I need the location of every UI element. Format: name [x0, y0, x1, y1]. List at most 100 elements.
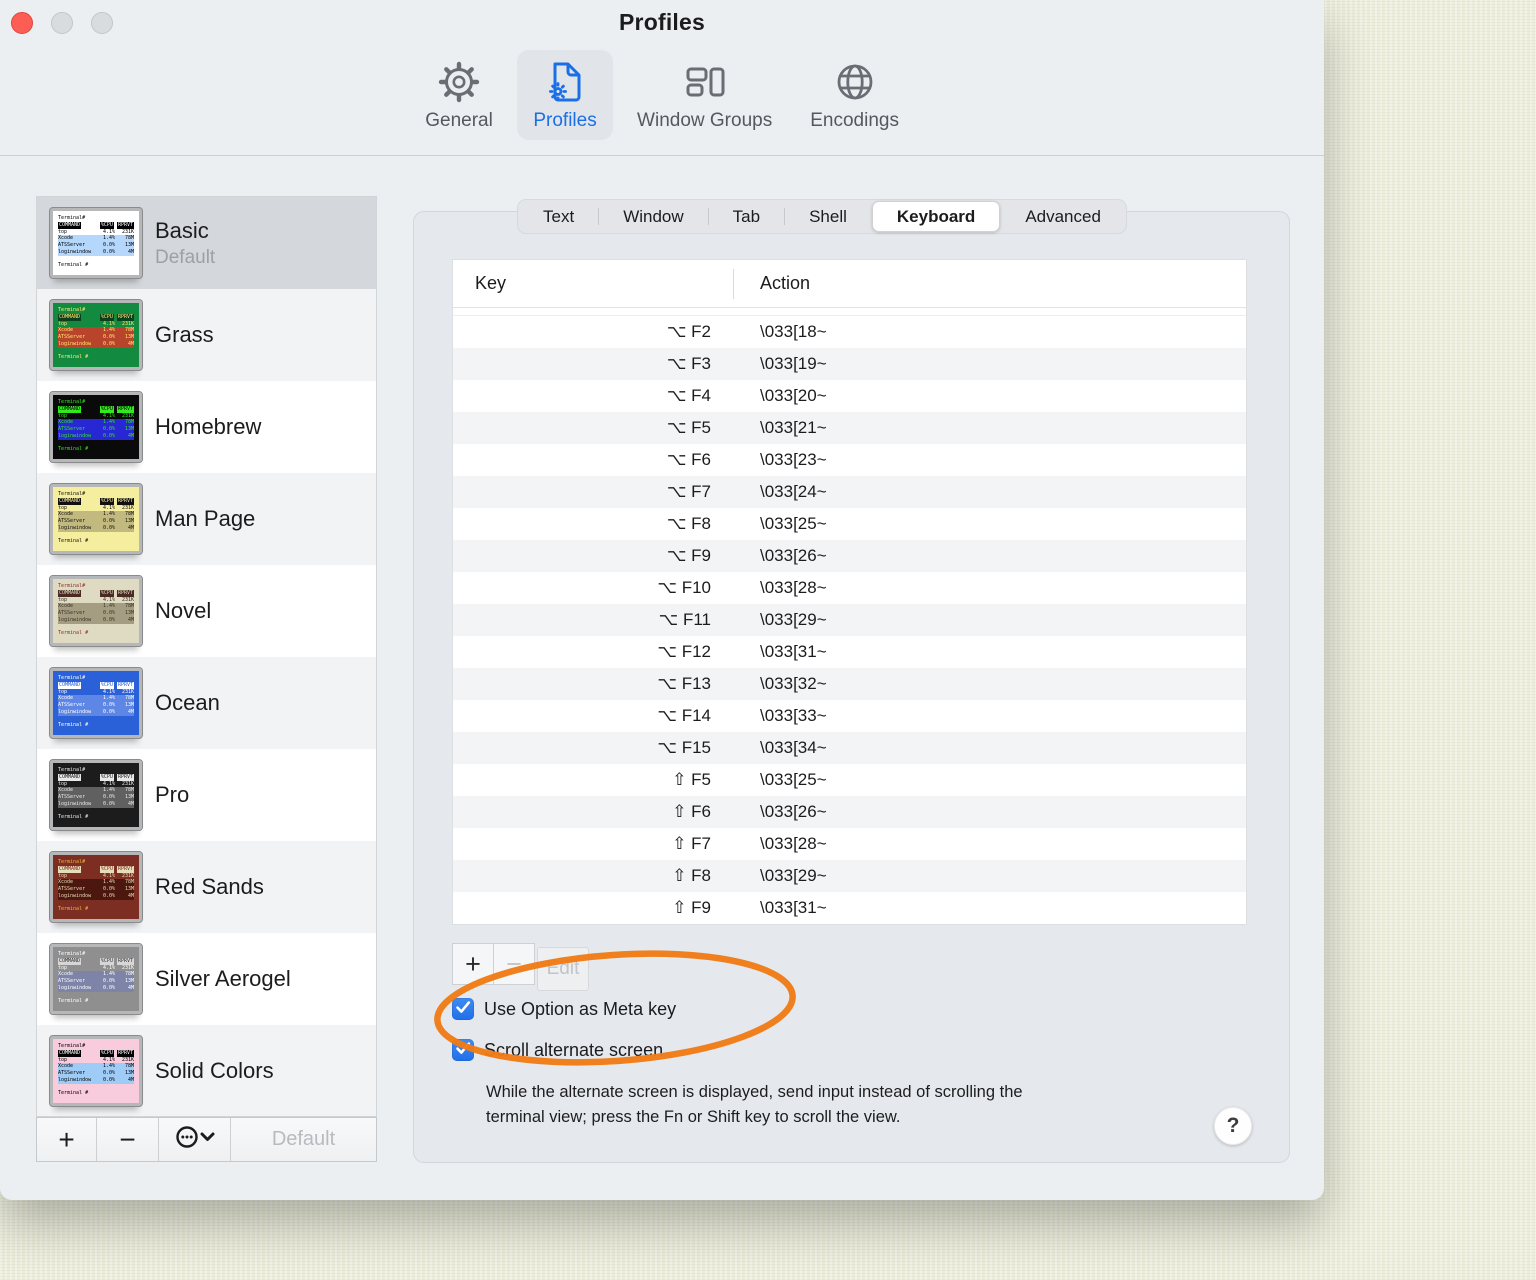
partial-row-sliver [453, 308, 1246, 316]
key-binding-row[interactable]: ⌥ F13 \033[32~ [453, 668, 1246, 700]
binding-action: \033[25~ [760, 770, 827, 789]
remove-profile-button[interactable]: − [97, 1118, 159, 1161]
profile-thumbnail: Terminal# COMMAND %CPU RPRVT top 4.1% 231K Xcod… [49, 483, 143, 555]
key-binding-row[interactable]: ⌥ F10 \033[28~ [453, 572, 1246, 604]
profile-name: Solid Colors [155, 1058, 274, 1083]
more-options-button[interactable] [159, 1118, 231, 1161]
binding-action: \033[32~ [760, 674, 827, 693]
profile-name: Basic [155, 217, 209, 243]
profile-thumbnail: Terminal# COMMAND %CPU RPRVT top 4.1% 231K Xcod… [49, 759, 143, 831]
profile-thumbnail: Terminal# COMMAND %CPU RPRVT top 4.1% 231K Xcod… [49, 1035, 143, 1107]
binding-key: ⌥ F5 [666, 418, 711, 437]
binding-action: \033[29~ [760, 610, 827, 629]
key-binding-row[interactable]: ⌥ F3 \033[19~ [453, 348, 1246, 380]
remove-binding-button[interactable]: − [493, 943, 535, 985]
profile-thumbnail: Terminal# COMMAND %CPU RPRVT top 4.1% 231K Xcod… [49, 575, 143, 647]
globe-icon [831, 56, 879, 108]
edit-binding-button[interactable]: Edit [537, 947, 589, 991]
table-header: Key Action [453, 260, 1246, 308]
alternate-screen-description: While the alternate screen is displayed,… [486, 1083, 1023, 1126]
binding-action: \033[19~ [760, 354, 827, 373]
profile-item-solid-colors[interactable]: Terminal# COMMAND %CPU RPRVT top 4.1% 231K Xcod… [37, 1025, 376, 1116]
settings-tabs: Text Window Tab Shell Keyboard Advanced [517, 199, 1127, 234]
profile-item-red-sands[interactable]: Terminal# COMMAND %CPU RPRVT top 4.1% 231K Xcod… [37, 841, 376, 933]
key-binding-row[interactable]: ⌥ F4 \033[20~ [453, 380, 1246, 412]
window-title: Profiles [619, 9, 705, 35]
help-button[interactable]: ? [1214, 1107, 1252, 1145]
tab-shell[interactable]: Shell [785, 201, 871, 232]
use-option-as-meta-checkbox[interactable] [452, 998, 474, 1020]
toolbar-item-label: Encodings [810, 110, 899, 131]
profile-list: Terminal# COMMAND %CPU RPRVT top 4.1% 231K Xcod… [36, 196, 377, 1117]
key-binding-row[interactable]: ⌥ F14 \033[33~ [453, 700, 1246, 732]
binding-action: \033[31~ [760, 898, 827, 917]
add-profile-button[interactable]: + [37, 1118, 97, 1161]
profile-thumbnail: Terminal# COMMAND %CPU RPRVT top 4.1% 231K Xcod… [49, 207, 143, 279]
binding-key: ⌥ F8 [666, 514, 711, 533]
key-binding-row[interactable]: ⇧ F6 \033[26~ [453, 796, 1246, 828]
binding-key: ⌥ F14 [657, 706, 711, 725]
profile-name: Pro [155, 782, 190, 807]
ellipsis-circle-chevron-icon [173, 1123, 217, 1156]
key-binding-row[interactable]: ⌥ F7 \033[24~ [453, 476, 1246, 508]
key-binding-row[interactable]: ⇧ F8 \033[29~ [453, 860, 1246, 892]
key-binding-row[interactable]: ⌥ F9 \033[26~ [453, 540, 1246, 572]
toolbar-item-profiles[interactable]: Profiles [517, 50, 614, 140]
key-binding-row[interactable]: ⌥ F12 \033[31~ [453, 636, 1246, 668]
binding-edit-controls: + − Edit [452, 943, 589, 991]
scroll-alternate-screen-checkbox[interactable] [452, 1039, 474, 1061]
profile-name: Homebrew [155, 414, 262, 439]
profile-item-ocean[interactable]: Terminal# COMMAND %CPU RPRVT top 4.1% 231K Xcod… [37, 657, 376, 749]
profile-name: Novel [155, 598, 212, 623]
scroll-alternate-screen-label: Scroll alternate screen [484, 1039, 664, 1060]
binding-action: \033[33~ [760, 706, 827, 725]
tab-tab[interactable]: Tab [709, 201, 784, 232]
binding-action: \033[28~ [760, 578, 827, 597]
toolbar-item-window-groups[interactable]: Window Groups [623, 50, 786, 140]
binding-key: ⌥ F11 [658, 610, 711, 629]
key-binding-table-body: ⌥ F2 \033[18~ ⌥ F3 \033[19~ ⌥ F4 \033[20~ ⌥ F5… [453, 316, 1246, 924]
key-binding-row[interactable]: ⇧ F9 \033[31~ [453, 892, 1246, 924]
binding-action: \033[26~ [760, 546, 827, 565]
binding-action: \033[31~ [760, 642, 827, 661]
column-header-key[interactable]: Key [453, 273, 733, 294]
profile-item-novel[interactable]: Terminal# COMMAND %CPU RPRVT top 4.1% 231K Xcod… [37, 565, 376, 657]
binding-key: ⌥ F13 [657, 674, 711, 693]
key-binding-row[interactable]: ⌥ F15 \033[34~ [453, 732, 1246, 764]
key-binding-row[interactable]: ⌥ F11 \033[29~ [453, 604, 1246, 636]
profile-item-grass[interactable]: Terminal# COMMAND %CPU RPRVT top 4.1% 231K Xcod… [37, 289, 376, 381]
tab-keyboard[interactable]: Keyboard [871, 201, 1001, 232]
toolbar-item-general[interactable]: General [411, 50, 507, 140]
key-binding-row[interactable]: ⌥ F2 \033[18~ [453, 316, 1246, 348]
key-binding-row[interactable]: ⇧ F5 \033[25~ [453, 764, 1246, 796]
binding-action: \033[18~ [760, 322, 827, 341]
profile-thumbnail: Terminal# COMMAND %CPU RPRVT top 4.1% 231K Xcod… [49, 667, 143, 739]
set-default-button[interactable]: Default [231, 1118, 376, 1161]
checkmark-icon [452, 996, 474, 1023]
profile-thumbnail: Terminal# COMMAND %CPU RPRVT top 4.1% 231K Xcod… [49, 851, 143, 923]
binding-action: \033[29~ [760, 866, 827, 885]
profile-item-basic[interactable]: Terminal# COMMAND %CPU RPRVT top 4.1% 231K Xcod… [37, 197, 376, 289]
preferences-window: Profiles General Profiles Window Groups … [0, 0, 1324, 1200]
key-binding-row[interactable]: ⌥ F6 \033[23~ [453, 444, 1246, 476]
tab-advanced[interactable]: Advanced [1001, 201, 1125, 232]
key-binding-row[interactable]: ⌥ F8 \033[25~ [453, 508, 1246, 540]
key-binding-row[interactable]: ⌥ F5 \033[21~ [453, 412, 1246, 444]
binding-action: \033[24~ [760, 482, 827, 501]
profile-name: Grass [155, 322, 214, 347]
profile-item-homebrew[interactable]: Terminal# COMMAND %CPU RPRVT top 4.1% 231K Xcod… [37, 381, 376, 473]
binding-action: \033[25~ [760, 514, 827, 533]
checkmark-icon [452, 1037, 474, 1064]
profile-item-silver-aerogel[interactable]: Terminal# COMMAND %CPU RPRVT top 4.1% 231K Xcod… [37, 933, 376, 1025]
key-binding-row[interactable]: ⇧ F7 \033[28~ [453, 828, 1246, 860]
profile-settings-panel: Text Window Tab Shell Keyboard Advanced Key A… [413, 199, 1290, 1163]
binding-key: ⇧ F7 [672, 834, 711, 853]
profile-item-pro[interactable]: Terminal# COMMAND %CPU RPRVT top 4.1% 231K Xcod… [37, 749, 376, 841]
profile-item-man-page[interactable]: Terminal# COMMAND %CPU RPRVT top 4.1% 231K Xcod… [37, 473, 376, 565]
toolbar-item-encodings[interactable]: Encodings [796, 50, 913, 140]
profile-subtitle: Default [155, 246, 216, 268]
tab-text[interactable]: Text [519, 201, 598, 232]
add-binding-button[interactable]: + [452, 943, 494, 985]
tab-window[interactable]: Window [599, 201, 707, 232]
column-header-action[interactable]: Action [734, 273, 810, 294]
